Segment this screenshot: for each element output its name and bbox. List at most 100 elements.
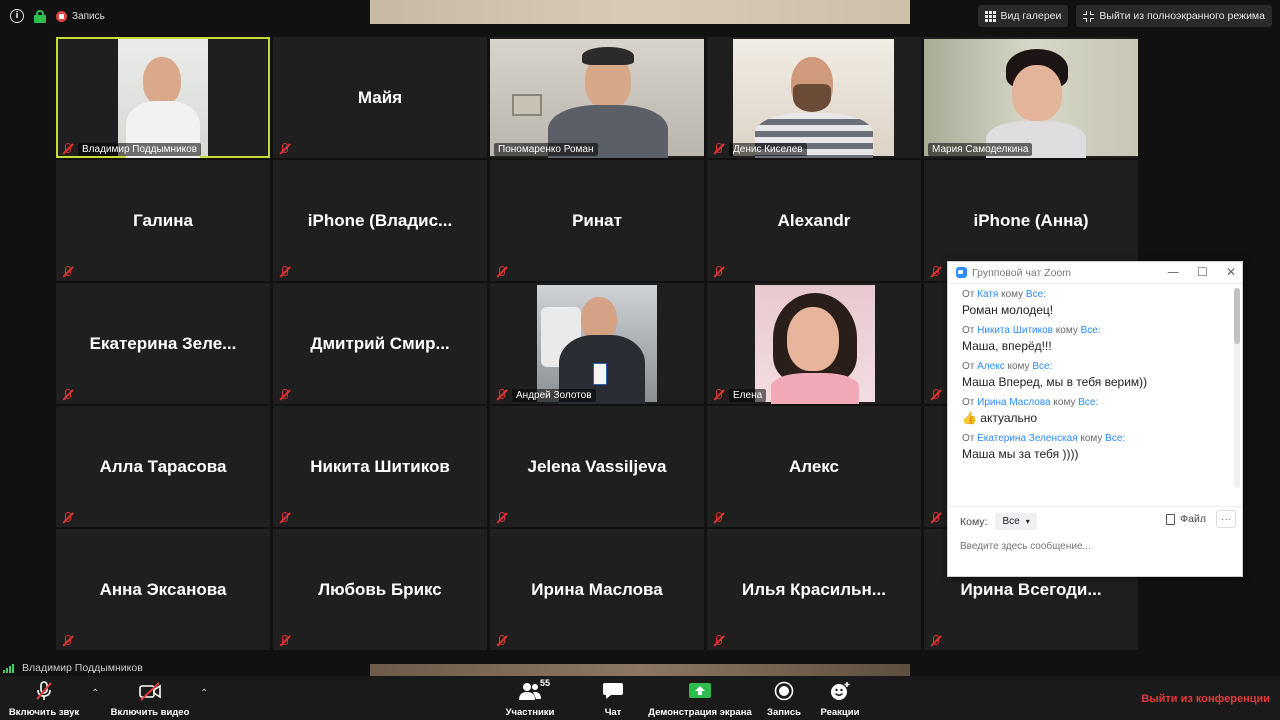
participant-tile[interactable]: Андрей Золотов [490,283,704,404]
participant-name: Майя [357,87,403,107]
tile-footer [928,264,942,280]
sender-name[interactable]: Никита Шитиков [977,325,1053,336]
participant-tile[interactable]: Анна Эксанова [56,529,270,650]
message-text: Маша, вперёд!!! [962,339,1052,353]
participant-tile[interactable]: Никита Шитиков [273,406,487,527]
participant-tile[interactable]: Пономаренко Роман [490,37,704,158]
muted-mic-icon [928,388,942,402]
participant-tile[interactable]: Елена [707,283,921,404]
recipient-name[interactable]: Все: [1105,433,1125,444]
participant-tile[interactable]: Дмитрий Смир... [273,283,487,404]
participant-tile[interactable]: Jelena Vassiljeva [490,406,704,527]
top-right-controls: Вид галереи Выйти из полноэкранного режи… [977,5,1272,27]
start-video-label: Включить видео [110,707,190,718]
tile-footer: Владимир Поддымников [60,141,202,157]
sender-name[interactable]: Ирина Маслова [977,397,1050,408]
share-screen-button[interactable]: Демонстрация экрана [647,680,753,718]
participants-button[interactable]: 55 Участники [503,678,557,718]
scrollbar-thumb[interactable] [1234,288,1240,344]
lock-icon[interactable] [34,9,46,23]
to-word: кому [1001,289,1024,300]
participant-tile[interactable]: Денис Киселев [707,37,921,158]
tile-footer [277,141,291,157]
message-input[interactable] [960,541,1220,552]
chat-message: От Никита Шитиков кому Все: Маша, вперёд… [962,325,1220,353]
minimize-icon[interactable]: — [1167,265,1179,279]
participant-photo [537,285,657,404]
participant-name: Ирина Всегоди... [960,579,1102,599]
message-meta: От Катя кому Все: [962,289,1220,300]
record-button[interactable]: Запись [766,680,802,718]
participant-name: Никита Шитиков [310,456,450,476]
recipient-name[interactable]: Все: [1081,325,1101,336]
from-word: От [962,433,975,444]
tile-footer [277,633,291,649]
participant-photo [755,285,875,404]
chat-titlebar[interactable]: Групповой чат Zoom — ☐ ✕ [948,262,1242,284]
participant-label: Андрей Золотов [512,388,596,402]
unmute-label: Включить звук [8,707,80,718]
recipient-name[interactable]: Все: [1032,361,1052,372]
chat-scrollbar[interactable] [1234,288,1240,488]
tile-footer [928,633,942,649]
active-speaker-indicator: Владимир Поддымников [0,661,143,675]
participant-tile[interactable]: Alexandr [707,160,921,281]
close-icon[interactable]: ✕ [1226,265,1236,279]
tile-footer [494,264,508,280]
participant-tile[interactable]: Илья Красильн... [707,529,921,650]
top-left-indicators: i Запись [10,9,105,23]
muted-mic-icon [277,511,291,525]
recording-indicator[interactable]: Запись [56,10,105,22]
tile-footer [711,633,725,649]
reactions-button[interactable]: Реакции [819,680,861,718]
chat-messages[interactable]: От Катя кому Все: Роман молодец! От Ники… [948,284,1234,494]
participant-label: Мария Самоделкина [928,142,1033,156]
participant-name: iPhone (Владис... [307,210,453,230]
chat-message: От Ирина Маслова кому Все: 👍 актуально [962,397,1220,425]
audio-options-caret[interactable]: ⌃ [91,688,99,699]
recipient-name[interactable]: Все: [1026,289,1046,300]
participant-tile[interactable]: Майя [273,37,487,158]
chat-message: От Екатерина Зеленская кому Все: Маша мы… [962,433,1220,461]
participant-video [490,39,704,158]
sender-name[interactable]: Алекс [977,361,1005,372]
file-button[interactable]: Файл [1166,513,1206,525]
participant-tile[interactable]: Ринат [490,160,704,281]
start-video-button[interactable]: Включить видео [110,680,190,718]
participants-count: 55 [540,678,551,688]
muted-mic-icon [60,511,74,525]
participant-name: iPhone (Анна) [973,210,1089,230]
maximize-icon[interactable]: ☐ [1197,265,1208,279]
participant-tile[interactable]: Екатерина Зеле... [56,283,270,404]
info-icon[interactable]: i [10,9,24,23]
gallery-view-label: Вид галереи [1000,10,1062,22]
participant-tile[interactable]: Алла Тарасова [56,406,270,527]
signal-bars-icon [3,663,14,673]
participant-tile[interactable]: iPhone (Владис... [273,160,487,281]
group-chat-window[interactable]: Групповой чат Zoom — ☐ ✕ От Катя кому Вс… [947,261,1243,577]
recipient-dropdown[interactable]: Все ▾ [995,513,1037,530]
video-options-caret[interactable]: ⌃ [200,688,208,699]
more-options-button[interactable]: ··· [1216,510,1236,528]
participant-tile[interactable]: Галина [56,160,270,281]
gallery-view-button[interactable]: Вид галереи [977,5,1069,27]
tile-footer: Пономаренко Роман [494,141,598,157]
zoom-meeting-window: i Запись Вид галереи Выйти из полноэкран… [0,0,1280,720]
participant-tile[interactable]: Алекс [707,406,921,527]
muted-mic-icon [277,634,291,648]
record-icon [56,10,67,22]
sender-name[interactable]: Катя [977,289,998,300]
from-word: От [962,325,975,336]
chat-button[interactable]: Чат [598,680,628,718]
exit-fullscreen-button[interactable]: Выйти из полноэкранного режима [1076,5,1272,27]
chat-label: Чат [604,707,622,718]
recipient-name[interactable]: Все: [1078,397,1098,408]
leave-meeting-button[interactable]: Выйти из конференции [1141,693,1270,705]
participant-tile[interactable]: Любовь Брикс [273,529,487,650]
participant-tile[interactable]: Мария Самоделкина [924,37,1138,158]
participant-tile[interactable]: Ирина Маслова [490,529,704,650]
reactions-label: Реакции [820,707,860,718]
unmute-button[interactable]: Включить звук [6,680,82,718]
sender-name[interactable]: Екатерина Зеленская [977,433,1080,444]
participant-tile[interactable]: Владимир Поддымников [56,37,270,158]
